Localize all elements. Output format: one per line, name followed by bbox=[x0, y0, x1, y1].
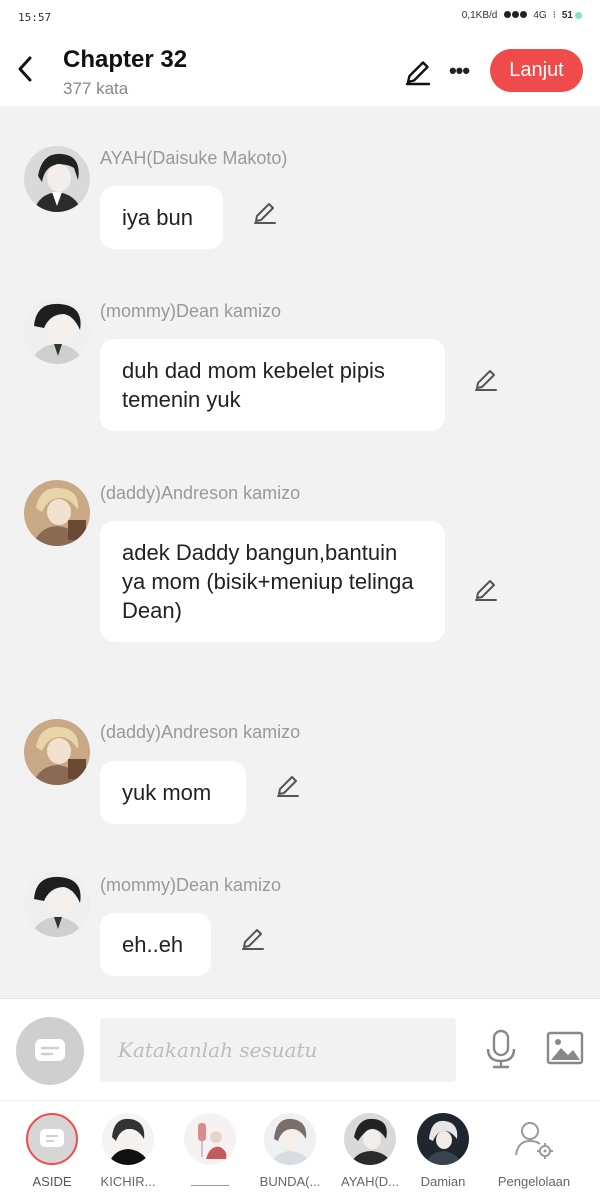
more-icon: ••• bbox=[448, 58, 470, 83]
sender-name: AYAH(Daisuke Makoto) bbox=[100, 148, 288, 168]
character-tab-label: KICHIR... bbox=[100, 1174, 156, 1189]
back-button[interactable] bbox=[12, 54, 38, 84]
message-bubble[interactable]: eh..eh bbox=[100, 913, 211, 976]
message-bubble[interactable]: duh dad mom kebelet pipis temenin yuk bbox=[100, 339, 445, 431]
word-count: 377 kata bbox=[63, 79, 129, 98]
chevron-left-icon bbox=[18, 56, 32, 82]
avatar bbox=[417, 1113, 469, 1165]
edit-message-icon[interactable] bbox=[473, 366, 499, 392]
message-composer bbox=[0, 998, 600, 1100]
message-bubble[interactable]: yuk mom bbox=[100, 761, 246, 824]
management-tab[interactable]: Pengelolaan bbox=[494, 1101, 574, 1200]
status-bar: 15:57 0,1KB/d 4G ⁝ 51 bbox=[0, 0, 600, 36]
avatar[interactable] bbox=[24, 298, 90, 364]
wifi-icon: ⁝ bbox=[552, 10, 556, 21]
aside-chat-icon bbox=[35, 1039, 65, 1061]
manage-icon bbox=[508, 1113, 560, 1165]
network-type: 4G bbox=[533, 10, 547, 21]
image-icon[interactable] bbox=[546, 1030, 584, 1066]
character-bar: ASIDE KICHIR... BUNDA(... AYAH(D... Dami… bbox=[0, 1100, 600, 1200]
chat-area[interactable]: AYAH(Daisuke Makoto) iya bun (mommy)Dean… bbox=[0, 106, 600, 998]
aside-toggle-button[interactable] bbox=[16, 1017, 84, 1085]
battery-level: 51 bbox=[561, 10, 573, 21]
character-tab-label: Pengelolaan bbox=[497, 1174, 571, 1189]
character-tab-label bbox=[170, 1174, 250, 1189]
edit-message-icon[interactable] bbox=[473, 576, 499, 602]
edit-message-icon[interactable] bbox=[252, 199, 278, 225]
avatar bbox=[264, 1113, 316, 1165]
more-options-button[interactable]: ••• bbox=[446, 58, 472, 84]
network-speed: 0,1KB/d bbox=[461, 10, 498, 21]
avatar bbox=[102, 1113, 154, 1165]
character-tab-label: Damian bbox=[420, 1174, 466, 1189]
next-button[interactable]: Lanjut bbox=[490, 49, 583, 92]
avatar[interactable] bbox=[24, 146, 90, 212]
status-time: 15:57 bbox=[18, 11, 52, 24]
character-tab-label: ASIDE bbox=[32, 1174, 72, 1189]
avatar[interactable] bbox=[24, 719, 90, 785]
sender-name: (daddy)Andreson kamizo bbox=[100, 722, 301, 742]
character-tab[interactable]: BUNDA(... bbox=[250, 1101, 330, 1200]
app-bar: Chapter 32 377 kata ••• Lanjut bbox=[0, 36, 600, 106]
character-tab-label: AYAH(D... bbox=[340, 1174, 400, 1189]
avatar[interactable] bbox=[24, 871, 90, 937]
character-tab-aside[interactable]: ASIDE bbox=[12, 1101, 92, 1200]
edit-message-icon[interactable] bbox=[275, 772, 301, 798]
character-tab[interactable]: AYAH(D... bbox=[330, 1101, 410, 1200]
sender-name: (daddy)Andreson kamizo bbox=[100, 483, 301, 503]
battery-icon: 51 bbox=[562, 10, 582, 21]
page-title: Chapter 32 bbox=[63, 46, 188, 73]
message-bubble[interactable]: iya bun bbox=[100, 186, 223, 249]
sender-name: (mommy)Dean kamizo bbox=[100, 875, 282, 895]
avatar bbox=[344, 1113, 396, 1165]
avatar bbox=[184, 1113, 236, 1165]
status-indicators: 0,1KB/d 4G ⁝ 51 bbox=[462, 10, 582, 21]
character-tab-label: BUNDA(... bbox=[259, 1174, 321, 1189]
sender-name: (mommy)Dean kamizo bbox=[100, 301, 282, 321]
message-input[interactable] bbox=[100, 1018, 456, 1082]
edit-pencil-icon[interactable] bbox=[404, 58, 432, 86]
avatar bbox=[26, 1113, 78, 1165]
edit-message-icon[interactable] bbox=[240, 925, 266, 951]
signal-icon bbox=[503, 10, 528, 21]
message-bubble[interactable]: adek Daddy bangun,bantuin ya mom (bisik+… bbox=[100, 521, 445, 642]
avatar[interactable] bbox=[24, 480, 90, 546]
character-tab[interactable]: Damian bbox=[403, 1101, 483, 1200]
aside-chat-icon bbox=[40, 1129, 64, 1147]
microphone-icon[interactable] bbox=[484, 1029, 518, 1069]
character-tab[interactable]: KICHIR... bbox=[88, 1101, 168, 1200]
character-tab[interactable] bbox=[170, 1101, 250, 1200]
